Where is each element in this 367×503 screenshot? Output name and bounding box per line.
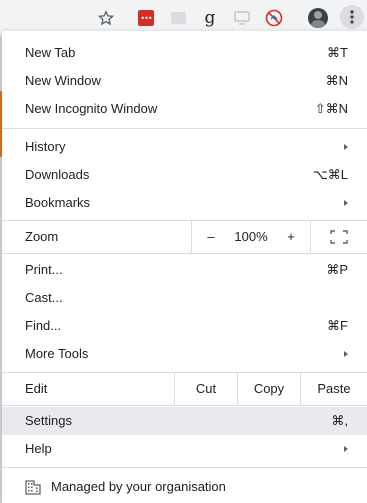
menu-item-shortcut: ⇧⌘N bbox=[314, 101, 348, 116]
menu-item-new-incognito-window[interactable]: New Incognito Window ⇧⌘N bbox=[2, 95, 367, 123]
menu-separator bbox=[2, 128, 367, 129]
menu-item-label: New Window bbox=[25, 73, 101, 88]
menu-item-managed[interactable]: Managed by your organisation bbox=[2, 473, 367, 501]
menu-item-label: History bbox=[25, 139, 66, 154]
menu-separator bbox=[2, 467, 367, 468]
menu-item-more-tools[interactable]: More Tools bbox=[2, 340, 367, 368]
menu-item-label: New Tab bbox=[25, 45, 76, 60]
submenu-arrow-icon bbox=[344, 446, 348, 452]
menu-item-history[interactable]: History bbox=[2, 133, 367, 161]
menu-item-find[interactable]: Find... ⌘F bbox=[2, 312, 367, 340]
menu-item-label: Managed by your organisation bbox=[51, 479, 226, 494]
menu-item-label: Print... bbox=[25, 262, 63, 277]
menu-item-shortcut: ⌘N bbox=[325, 73, 348, 88]
menu-item-shortcut: ⌘, bbox=[331, 413, 348, 428]
star-icon[interactable] bbox=[96, 8, 116, 28]
menu-item-new-window[interactable]: New Window ⌘N bbox=[2, 67, 367, 95]
menu-item-label: Find... bbox=[25, 318, 62, 333]
menu-item-label: Downloads bbox=[25, 167, 90, 182]
no-sync-icon[interactable] bbox=[264, 8, 284, 28]
edit-row: Edit bbox=[2, 373, 174, 405]
menu-item-label: Cast... bbox=[25, 290, 63, 305]
grammarly-icon[interactable]: g bbox=[200, 8, 220, 28]
paste-button[interactable]: Paste bbox=[301, 373, 367, 405]
kebab-menu-icon[interactable] bbox=[340, 5, 364, 29]
menu-separator bbox=[2, 253, 367, 254]
zoom-out-button[interactable]: – bbox=[198, 221, 224, 253]
copy-button[interactable]: Copy bbox=[238, 373, 300, 405]
zoom-in-button[interactable]: + bbox=[278, 221, 304, 253]
menu-item-cast[interactable]: Cast... bbox=[2, 284, 367, 312]
menu-item-label: Settings bbox=[25, 413, 72, 428]
menu-item-label: Help bbox=[25, 441, 52, 456]
zoom-level: 100% bbox=[234, 229, 268, 244]
avatar[interactable] bbox=[308, 8, 328, 28]
extension-icon[interactable] bbox=[168, 8, 188, 28]
menu-item-shortcut: ⌘P bbox=[326, 262, 348, 277]
menu-item-help[interactable]: Help bbox=[2, 435, 367, 463]
fullscreen-button[interactable] bbox=[311, 221, 367, 253]
edit-label: Edit bbox=[25, 381, 48, 396]
menu-item-shortcut: ⌥⌘L bbox=[312, 167, 348, 182]
menu-separator bbox=[2, 405, 367, 406]
submenu-arrow-icon bbox=[344, 351, 348, 357]
zoom-row: Zoom bbox=[2, 221, 192, 253]
cast-icon[interactable] bbox=[232, 8, 252, 28]
menu-item-shortcut: ⌘T bbox=[327, 45, 348, 60]
submenu-arrow-icon bbox=[344, 200, 348, 206]
submenu-arrow-icon bbox=[344, 144, 348, 150]
menu-item-settings[interactable]: Settings ⌘, bbox=[2, 407, 367, 435]
zoom-label: Zoom bbox=[25, 229, 59, 244]
menu-item-downloads[interactable]: Downloads ⌥⌘L bbox=[2, 161, 367, 189]
building-icon bbox=[25, 480, 41, 495]
menu-item-new-tab[interactable]: New Tab ⌘T bbox=[2, 39, 367, 67]
chrome-menu: New Tab ⌘T New Window ⌘N New Incognito W… bbox=[2, 31, 367, 503]
menu-item-label: New Incognito Window bbox=[25, 101, 158, 116]
cut-button[interactable]: Cut bbox=[175, 373, 237, 405]
menu-item-label: Bookmarks bbox=[25, 195, 91, 210]
menu-item-bookmarks[interactable]: Bookmarks bbox=[2, 189, 367, 217]
menu-item-label: More Tools bbox=[25, 346, 89, 361]
fullscreen-icon bbox=[330, 230, 348, 244]
lastpass-icon[interactable]: ••• bbox=[136, 8, 156, 28]
zoom-divider bbox=[191, 221, 192, 253]
menu-item-shortcut: ⌘F bbox=[327, 318, 348, 333]
menu-item-print[interactable]: Print... ⌘P bbox=[2, 256, 367, 284]
